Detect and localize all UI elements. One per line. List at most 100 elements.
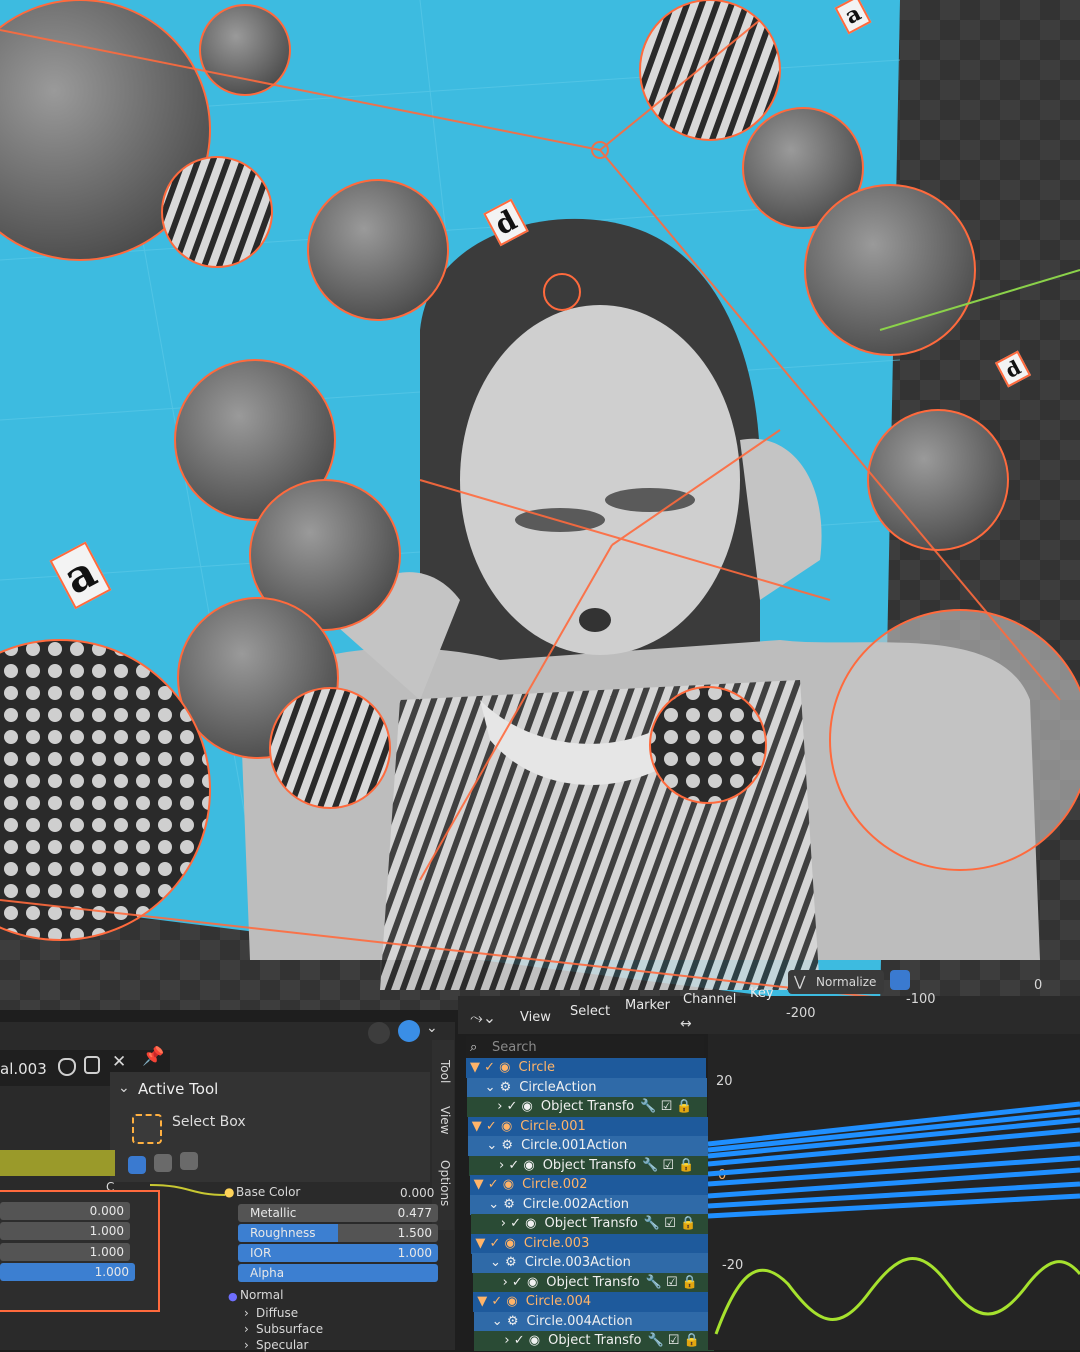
- ruler-label: -200: [786, 1006, 816, 1021]
- value-field[interactable]: 1.000: [0, 1222, 130, 1240]
- menu-key[interactable]: Key: [750, 986, 774, 1001]
- channel-transform[interactable]: › ✓ ◉ Object Transfo 🔧 ☑ 🔒: [474, 1331, 715, 1351]
- overlay-icon[interactable]: [368, 1022, 390, 1044]
- tab-tool[interactable]: Tool: [438, 1060, 452, 1083]
- pin-icon[interactable]: 📌: [142, 1046, 164, 1067]
- menu-select[interactable]: Select: [570, 1004, 610, 1019]
- expand-icon[interactable]: › ✓ ◉: [499, 1158, 535, 1173]
- object-visibility-icon[interactable]: ▼ ✓ ◉: [472, 1119, 513, 1134]
- metallic-field[interactable]: Metallic 0.477: [238, 1204, 438, 1222]
- channel-toggle-icons[interactable]: 🔧 ☑ 🔒: [646, 1275, 698, 1290]
- channel-toggle-icons[interactable]: 🔧 ☑ 🔒: [647, 1333, 699, 1348]
- normalize-label: Normalize: [816, 975, 877, 989]
- circle-object: [269, 687, 391, 809]
- circle-object: [829, 609, 1080, 871]
- select-mode-extend-icon[interactable]: [154, 1154, 172, 1172]
- object-visibility-icon[interactable]: ▼ ✓ ◉: [477, 1294, 518, 1309]
- menu-channel[interactable]: Channel: [683, 992, 736, 1007]
- duplicate-icon[interactable]: [84, 1056, 100, 1074]
- action-icon[interactable]: ⌄ ⚙: [490, 1255, 517, 1270]
- socket-dot-icon[interactable]: ●: [224, 1185, 234, 1199]
- active-tool-header[interactable]: Active Tool: [138, 1080, 218, 1098]
- viewport-canvas: [0, 0, 1080, 1010]
- alpha-value-field[interactable]: 1.000: [0, 1263, 135, 1281]
- expand-icon[interactable]: › ✓ ◉: [503, 1275, 539, 1290]
- graph-editor-header: [458, 996, 1080, 1034]
- shading-icon[interactable]: [398, 1020, 420, 1042]
- auto-normalize-icon[interactable]: [890, 970, 910, 990]
- value-field[interactable]: 0.000: [0, 1202, 130, 1220]
- channel-label: Circle.002Action: [522, 1196, 630, 1212]
- channel-object[interactable]: ▼ ✓ ◉ Circle.003: [471, 1233, 712, 1254]
- swap-arrows-icon[interactable]: ↔: [680, 1016, 692, 1032]
- channel-action[interactable]: ⌄ ⚙ Circle.003Action: [472, 1253, 712, 1273]
- channel-label: Circle.004: [525, 1294, 592, 1309]
- search-input[interactable]: Search: [492, 1040, 537, 1055]
- channel-object[interactable]: ▼ ✓ ◉ Circle.002: [469, 1175, 710, 1195]
- chevron-right-icon[interactable]: ›: [244, 1306, 249, 1320]
- channel-action[interactable]: ⌄ ⚙ Circle.002Action: [470, 1194, 711, 1215]
- fake-user-shield-icon[interactable]: [58, 1058, 76, 1076]
- roughness-field[interactable]: Roughness 1.500: [238, 1224, 438, 1242]
- expand-icon[interactable]: › ✓ ◉: [497, 1099, 533, 1114]
- chevron-down-icon[interactable]: ⌄: [118, 1080, 130, 1096]
- channel-object[interactable]: ▼ ✓ ◉ Circle.004: [473, 1292, 714, 1312]
- channel-label: CircleAction: [519, 1079, 597, 1095]
- chevron-right-icon[interactable]: ›: [244, 1322, 249, 1336]
- close-icon[interactable]: ✕: [112, 1052, 126, 1072]
- channel-action[interactable]: ⌄ ⚙ Circle.004Action: [473, 1311, 714, 1332]
- shader-row-label: Metallic: [250, 1206, 297, 1220]
- normalize-icon: ⋁: [794, 974, 806, 990]
- section-normal[interactable]: Normal: [240, 1288, 283, 1302]
- select-mode-new-icon[interactable]: [128, 1156, 146, 1174]
- channel-toggle-icons[interactable]: 🔧 ☑ 🔒: [640, 1099, 692, 1114]
- menu-marker[interactable]: Marker: [625, 998, 670, 1013]
- circle-object: [804, 184, 976, 356]
- active-tool-name[interactable]: Select Box: [172, 1114, 246, 1130]
- ruler-label: 0: [1034, 978, 1043, 993]
- channel-object[interactable]: ▼ ✓ ◉ Circle: [466, 1058, 706, 1078]
- expand-icon[interactable]: › ✓ ◉: [504, 1333, 540, 1348]
- channel-toggle-icons[interactable]: 🔧 ☑ 🔒: [642, 1158, 694, 1173]
- select-box-icon[interactable]: [132, 1114, 162, 1144]
- channel-action[interactable]: ⌄ ⚙ Circle.001Action: [468, 1136, 709, 1156]
- 3d-viewport[interactable]: a d a d: [0, 0, 1080, 1010]
- tab-view[interactable]: View: [438, 1106, 452, 1134]
- object-visibility-icon[interactable]: ▼ ✓ ◉: [470, 1060, 511, 1075]
- tab-options[interactable]: Options: [438, 1160, 452, 1206]
- circle-object: [199, 4, 291, 96]
- fcurves[interactable]: [708, 1034, 1080, 1350]
- action-icon[interactable]: ⌄ ⚙: [485, 1080, 512, 1095]
- channel-transform[interactable]: › ✓ ◉ Object Transfo 🔧 ☑ 🔒: [467, 1097, 708, 1117]
- ior-field[interactable]: IOR 1.000: [238, 1244, 438, 1262]
- channel-label: Object Transfo: [548, 1333, 642, 1348]
- object-visibility-icon[interactable]: ▼ ✓ ◉: [475, 1236, 516, 1251]
- channel-transform[interactable]: › ✓ ◉ Object Transfo 🔧 ☑ 🔒: [469, 1155, 709, 1176]
- channel-transform[interactable]: › ✓ ◉ Object Transfo 🔧 ☑ 🔒: [470, 1214, 711, 1234]
- shader-row-value: 1.000: [397, 1246, 432, 1260]
- action-icon[interactable]: ⌄ ⚙: [488, 1197, 515, 1212]
- expand-icon[interactable]: › ✓ ◉: [501, 1216, 537, 1231]
- ruler-label: -100: [906, 992, 936, 1007]
- channel-object[interactable]: ▼ ✓ ◉ Circle.001: [467, 1116, 708, 1137]
- editor-type-icon[interactable]: ⤳⌄: [470, 1008, 496, 1028]
- object-visibility-icon[interactable]: ▼ ✓ ◉: [474, 1177, 515, 1192]
- shader-row-label: Roughness: [250, 1226, 316, 1240]
- chevron-down-icon[interactable]: ⌄: [426, 1020, 438, 1036]
- alpha-field[interactable]: Alpha: [238, 1264, 438, 1282]
- value-field[interactable]: 1.000: [0, 1243, 130, 1261]
- channel-toggle-icons[interactable]: 🔧 ☑ 🔒: [644, 1216, 696, 1231]
- search-icon: ⌕: [470, 1040, 478, 1055]
- shader-row-value: 0.477: [397, 1206, 432, 1220]
- section-subsurface[interactable]: Subsurface: [256, 1322, 323, 1336]
- action-icon[interactable]: ⌄ ⚙: [486, 1138, 513, 1153]
- select-mode-subtract-icon[interactable]: [180, 1152, 198, 1170]
- action-icon[interactable]: ⌄ ⚙: [492, 1314, 519, 1329]
- material-name[interactable]: al.003: [0, 1060, 47, 1078]
- shader-row-value[interactable]: 0.000: [400, 1186, 434, 1200]
- channel-transform[interactable]: › ✓ ◉ Object Transfo 🔧 ☑ 🔒: [472, 1272, 713, 1293]
- channel-action[interactable]: ⌄ ⚙ CircleAction: [466, 1077, 707, 1098]
- menu-view[interactable]: View: [520, 1010, 551, 1025]
- color-swatch[interactable]: [0, 1150, 115, 1176]
- section-diffuse[interactable]: Diffuse: [256, 1306, 298, 1320]
